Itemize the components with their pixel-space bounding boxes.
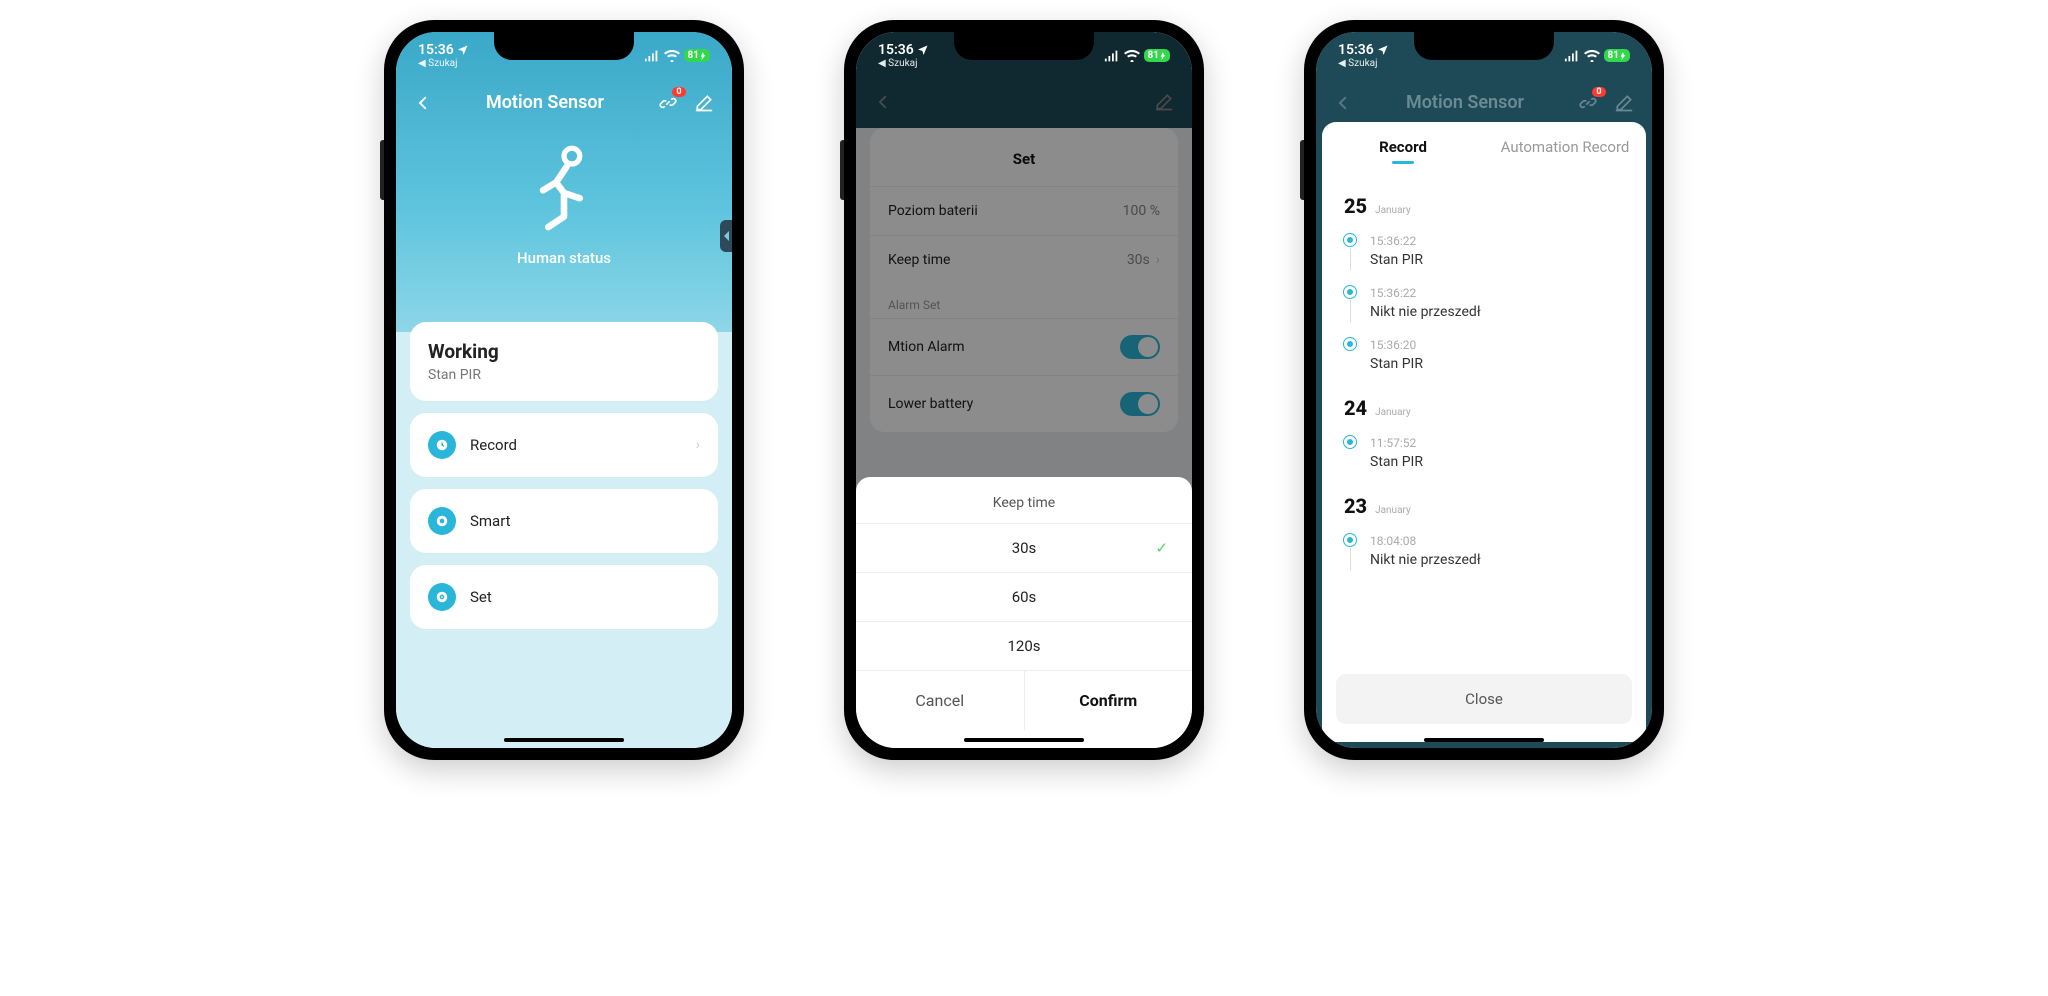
timeline-dot-icon [1344, 338, 1356, 350]
hero-label: Human status [517, 249, 611, 267]
record-list[interactable]: 25 January 15:36:22Stan PIR 15:36:22Nikt… [1322, 164, 1646, 664]
status-time: 15:36 [1338, 42, 1374, 58]
location-icon [457, 44, 469, 56]
clock-icon [428, 431, 456, 459]
smart-row[interactable]: Smart [410, 489, 718, 553]
list-item: 15:36:22Nikt nie przeszedł [1344, 278, 1624, 330]
gear-icon [428, 583, 456, 611]
status-sub: Stan PIR [428, 367, 700, 383]
back-to-app[interactable]: ◀ Szukaj [878, 58, 917, 69]
close-button[interactable]: Close [1336, 674, 1632, 724]
running-man-icon [524, 143, 604, 235]
link-button[interactable]: 0 [658, 93, 678, 113]
smart-icon [428, 507, 456, 535]
wifi-icon [1584, 50, 1600, 62]
battery-icon: 81 [1604, 49, 1630, 62]
date-24: 24 January [1344, 396, 1624, 420]
timeline-dot-icon [1344, 234, 1356, 246]
wifi-icon [1124, 50, 1140, 62]
battery-icon: 81 [1144, 49, 1170, 62]
notch [954, 32, 1094, 60]
cancel-button[interactable]: Cancel [856, 671, 1024, 730]
list-item: 15:36:20Stan PIR [1344, 330, 1624, 380]
phone-2: 15:36 ◀ Szukaj 81 [844, 20, 1204, 760]
sheet-title: Keep time [856, 477, 1192, 523]
home-indicator[interactable] [964, 738, 1084, 742]
signal-icon [644, 50, 660, 62]
timeline-dot-icon [1344, 534, 1356, 546]
edit-icon[interactable] [694, 93, 714, 113]
notif-badge: 0 [1592, 87, 1606, 97]
phone-3: 15:36 ◀ Szukaj 81 Motion Sensor [1304, 20, 1664, 760]
page-title: Motion Sensor [1352, 92, 1578, 113]
back-icon[interactable] [414, 94, 432, 112]
confirm-button[interactable]: Confirm [1024, 671, 1193, 730]
date-25: 25 January [1344, 194, 1624, 218]
tab-record[interactable]: Record [1322, 138, 1484, 156]
wifi-icon [664, 50, 680, 62]
back-to-app[interactable]: ◀ Szukaj [418, 58, 457, 69]
location-icon [1377, 44, 1389, 56]
sheet-opt-120s[interactable]: 120s [856, 621, 1192, 670]
timeline-dot-icon [1344, 286, 1356, 298]
sheet-opt-30s[interactable]: 30s ✓ [856, 523, 1192, 572]
set-row[interactable]: Set [410, 565, 718, 629]
sheet-opt-60s[interactable]: 60s [856, 572, 1192, 621]
phone-1: 15:36 ◀ Szukaj 81 Motion Sensor [384, 20, 744, 760]
timeline-dot-icon [1344, 436, 1356, 448]
chevron-right-icon: › [696, 437, 700, 453]
record-row[interactable]: Record › [410, 413, 718, 477]
edit-icon[interactable] [1614, 93, 1634, 113]
check-icon: ✓ [1155, 539, 1168, 557]
list-item: 15:36:22Stan PIR [1344, 226, 1624, 278]
signal-icon [1104, 50, 1120, 62]
side-tab[interactable] [720, 220, 732, 252]
battery-icon: 81 [684, 49, 710, 62]
location-icon [917, 44, 929, 56]
record-label: Record [470, 436, 682, 454]
status-card: Working Stan PIR [410, 322, 718, 401]
status-title: Working [428, 340, 700, 363]
notif-badge: 0 [672, 87, 686, 97]
notch [494, 32, 634, 60]
tab-automation[interactable]: Automation Record [1484, 138, 1646, 156]
status-time: 15:36 [418, 42, 454, 58]
back-icon[interactable] [1334, 94, 1352, 112]
page-title: Motion Sensor [432, 92, 658, 113]
notch [1414, 32, 1554, 60]
keep-time-sheet: Keep time 30s ✓ 60s 120s Cancel Confirm [856, 477, 1192, 748]
signal-icon [1564, 50, 1580, 62]
status-time: 15:36 [878, 42, 914, 58]
home-indicator[interactable] [1424, 738, 1544, 742]
date-23: 23 January [1344, 494, 1624, 518]
list-item: 11:57:52Stan PIR [1344, 428, 1624, 478]
smart-label: Smart [470, 512, 700, 530]
back-to-app[interactable]: ◀ Szukaj [1338, 58, 1377, 69]
record-panel: Record Automation Record 25 January 15:3… [1322, 122, 1646, 742]
chevron-left-icon [724, 231, 730, 241]
set-label: Set [470, 588, 700, 606]
home-indicator[interactable] [504, 738, 624, 742]
list-item: 18:04:08Nikt nie przeszedł [1344, 526, 1624, 578]
link-button[interactable]: 0 [1578, 93, 1598, 113]
